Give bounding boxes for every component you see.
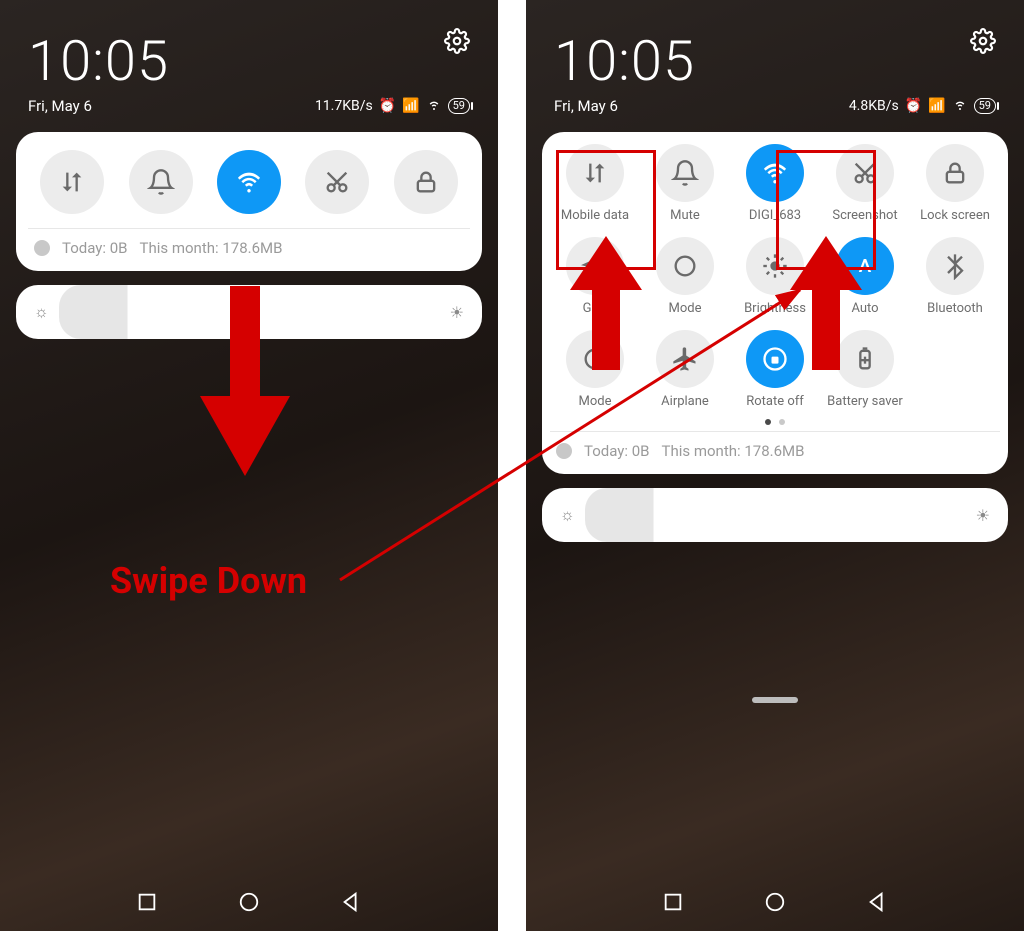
status-icons: 11.7KB/s ⏰ 📶 59	[315, 96, 470, 116]
toggle-row	[28, 146, 470, 224]
tutorial-dual-phone: 10:05 Fri, May 6 11.7KB/s ⏰ 📶 59	[0, 0, 1024, 931]
wifi-status-icon	[426, 96, 442, 116]
gear-icon[interactable]	[970, 28, 996, 54]
data-usage-row[interactable]: Today: 0B This month: 178.6MB	[550, 431, 1000, 466]
tile-label: Bluetooth	[927, 301, 983, 316]
toggle-lock[interactable]	[394, 150, 458, 214]
pager-dots[interactable]	[550, 409, 1000, 427]
brightness-slider[interactable]: ☼ ☀	[542, 488, 1008, 542]
tile-label: Mode	[669, 301, 702, 316]
mode-icon[interactable]	[656, 237, 714, 295]
bt-icon[interactable]	[926, 237, 984, 295]
gear-icon[interactable]	[444, 28, 470, 54]
usage-today: Today: 0B	[62, 239, 128, 257]
toggle-wifi[interactable]	[217, 150, 281, 214]
data-usage-row[interactable]: Today: 0B This month: 178.6MB	[28, 228, 470, 263]
status-icons: 4.8KB/s ⏰ 📶 59	[849, 96, 996, 116]
phone-left: 10:05 Fri, May 6 11.7KB/s ⏰ 📶 59	[0, 0, 498, 931]
nav-back[interactable]	[866, 891, 888, 913]
nav-home[interactable]	[238, 891, 260, 913]
annotation-arrow-up-2	[790, 236, 862, 370]
status-area: 10:05 Fri, May 6 11.7KB/s ⏰ 📶 59	[0, 0, 498, 120]
bell-icon[interactable]	[656, 144, 714, 202]
plane-icon[interactable]	[656, 330, 714, 388]
toggle-mute[interactable]	[129, 150, 193, 214]
info-icon	[34, 240, 50, 256]
battery-indicator: 59	[448, 98, 470, 114]
signal-icon: 📶	[928, 98, 945, 114]
tile-label: Lock screen	[920, 208, 990, 223]
battery-indicator: 59	[974, 98, 996, 114]
brightness-high-icon: ☀	[976, 506, 990, 525]
tile-label: Mute	[670, 208, 700, 223]
net-speed: 4.8KB/s	[849, 98, 899, 114]
tile-label: Rotate off	[746, 394, 804, 409]
toggle-screenshot[interactable]	[305, 150, 369, 214]
net-speed: 11.7KB/s	[315, 98, 373, 114]
info-icon	[556, 443, 572, 459]
clock: 10:05	[554, 28, 695, 94]
brightness-low-icon: ☼	[560, 505, 575, 525]
nav-recent[interactable]	[662, 891, 684, 913]
annotation-arrow-up-1	[570, 236, 642, 370]
nav-home[interactable]	[764, 891, 786, 913]
wifi-status-icon	[952, 96, 968, 116]
brightness-track[interactable]	[585, 488, 966, 542]
phone-right: 10:05 Fri, May 6 4.8KB/s ⏰ 📶 59 Mobile d…	[526, 0, 1024, 931]
signal-icon: 📶	[402, 98, 419, 114]
usage-month: This month: 178.6MB	[662, 442, 805, 460]
tile-airplane[interactable]: Airplane	[640, 330, 730, 409]
brightness-high-icon: ☀	[450, 303, 464, 322]
annotation-arrow-down	[200, 286, 290, 476]
nav-recent[interactable]	[136, 891, 158, 913]
nav-bar	[526, 891, 1024, 913]
lock-icon[interactable]	[926, 144, 984, 202]
status-area: 10:05 Fri, May 6 4.8KB/s ⏰ 📶 59	[526, 0, 1024, 120]
clock: 10:05	[28, 28, 169, 94]
toggle-mobile-data[interactable]	[40, 150, 104, 214]
nav-back[interactable]	[340, 891, 362, 913]
tile-label: Mode	[579, 394, 612, 409]
date-label: Fri, May 6	[554, 97, 618, 115]
brightness-low-icon: ☼	[34, 302, 49, 322]
nav-bar	[0, 891, 498, 913]
tile-bluetooth[interactable]: Bluetooth	[910, 237, 1000, 316]
usage-month: This month: 178.6MB	[140, 239, 283, 257]
quick-panel-collapsed: Today: 0B This month: 178.6MB	[16, 132, 482, 271]
annotation-caption: Swipe Down	[110, 560, 307, 602]
tile-label: Airplane	[661, 394, 709, 409]
alarm-icon: ⏰	[379, 98, 396, 114]
tile-lock-screen[interactable]: Lock screen	[910, 144, 1000, 223]
tile-label: Battery saver	[827, 394, 903, 409]
alarm-icon: ⏰	[905, 98, 922, 114]
date-label: Fri, May 6	[28, 97, 92, 115]
usage-today: Today: 0B	[584, 442, 650, 460]
panel-drag-handle[interactable]	[752, 697, 798, 703]
